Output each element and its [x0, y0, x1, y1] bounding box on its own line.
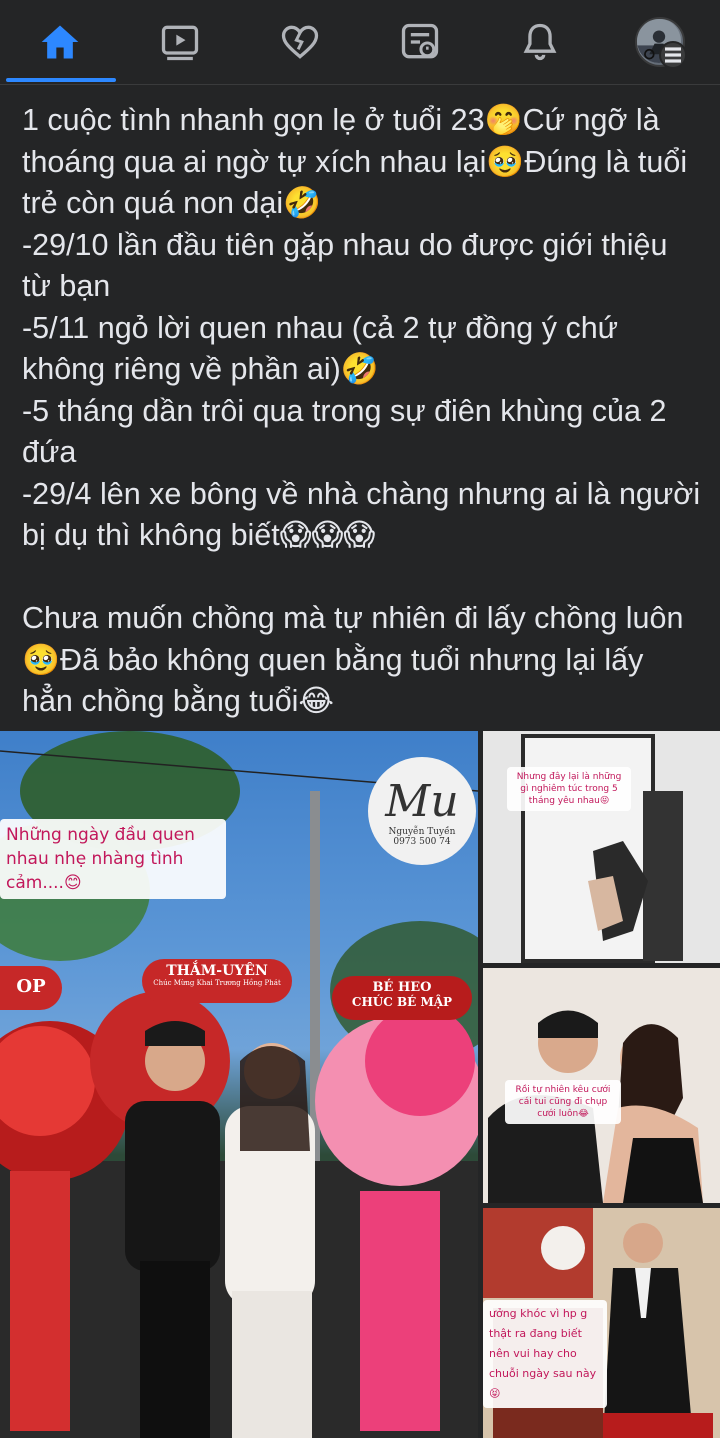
shop-sign: Mu Nguyễn Tuyền 0973 500 74: [368, 757, 476, 865]
photo-top-right[interactable]: Nhưng đây lại là những gì nghiêm túc tro…: [483, 731, 720, 963]
nav-profile-menu[interactable]: [600, 0, 720, 84]
post-paragraph: Chưa muốn chồng mà tự nhiên đi lấy chồng…: [22, 601, 684, 718]
banner-far-left-title: OP: [16, 976, 46, 997]
photo-mid-right-caption: Rồi tự nhiên kêu cưới cái tui cũng đi ch…: [505, 1080, 621, 1124]
banner-left: THẮM-UYÊN Chúc Mừng Khai Trương Hồng Phá…: [142, 959, 292, 1003]
post-text: 1 cuộc tình nhanh gọn lẹ ở tuổi 23🤭Cứ ng…: [22, 100, 702, 723]
post-line: 1 cuộc tình nhanh gọn lẹ ở tuổi 23🤭Cứ ng…: [22, 103, 688, 220]
photo-bottom-right-caption: ưởng khóc vì hp g thật ra đang biết nên …: [483, 1300, 607, 1408]
profile-avatar[interactable]: [635, 17, 687, 69]
shop-sign-logo: Mu: [385, 775, 459, 827]
nav-dating[interactable]: [240, 0, 360, 84]
menu-badge: [659, 41, 687, 69]
bell-icon: [523, 23, 557, 61]
nav-home[interactable]: [0, 0, 120, 84]
post-line: -29/10 lần đầu tiên gặp nhau do được giớ…: [22, 227, 668, 304]
banner-left-title: THẮM-UYÊN: [166, 963, 268, 979]
photo-bottom-right[interactable]: ưởng khóc vì hp g thật ra đang biết nên …: [483, 1208, 720, 1438]
top-navbar: [0, 0, 720, 85]
photo-main[interactable]: Mu Nguyễn Tuyền 0973 500 74 THẮM-UYÊN Ch…: [0, 731, 478, 1438]
post-line: -5 tháng dần trôi qua trong sự điên khùn…: [22, 393, 667, 470]
nav-notifications[interactable]: [480, 0, 600, 84]
photo-top-right-scene: [483, 731, 720, 963]
photo-main-caption: Những ngày đầu quen nhau nhẹ nhàng tình …: [0, 819, 226, 899]
nav-feeds[interactable]: [360, 0, 480, 84]
nav-video[interactable]: [120, 0, 240, 84]
nav-active-indicator: [6, 78, 116, 82]
video-icon: [161, 25, 199, 61]
hamburger-icon: [665, 47, 681, 63]
photo-grid: Mu Nguyễn Tuyền 0973 500 74 THẮM-UYÊN Ch…: [0, 731, 720, 1438]
banner-left-sub: Chúc Mừng Khai Trương Hồng Phát: [153, 979, 281, 987]
dating-heart-icon: [281, 25, 319, 59]
photo-top-right-caption: Nhưng đây lại là những gì nghiêm túc tro…: [507, 767, 631, 811]
banner-right-title: BÉ HEO: [372, 980, 432, 995]
shop-sign-owner: Nguyễn Tuyền: [388, 826, 456, 837]
banner-far-left: OP: [0, 966, 62, 1010]
feeds-icon: [401, 23, 439, 59]
post-line: -29/4 lên xe bông về nhà chàng nhưng ai …: [22, 476, 701, 553]
shop-sign-phone: 0973 500 74: [393, 836, 451, 847]
post-line: -5/11 ngỏ lời quen nhau (cả 2 tự đồng ý …: [22, 310, 619, 387]
banner-right: BÉ HEO CHÚC BÉ MẬP: [332, 976, 472, 1020]
banner-right-sub: CHÚC BÉ MẬP: [351, 995, 453, 1009]
home-icon: [41, 25, 79, 59]
photo-mid-right[interactable]: Rồi tự nhiên kêu cưới cái tui cũng đi ch…: [483, 968, 720, 1203]
